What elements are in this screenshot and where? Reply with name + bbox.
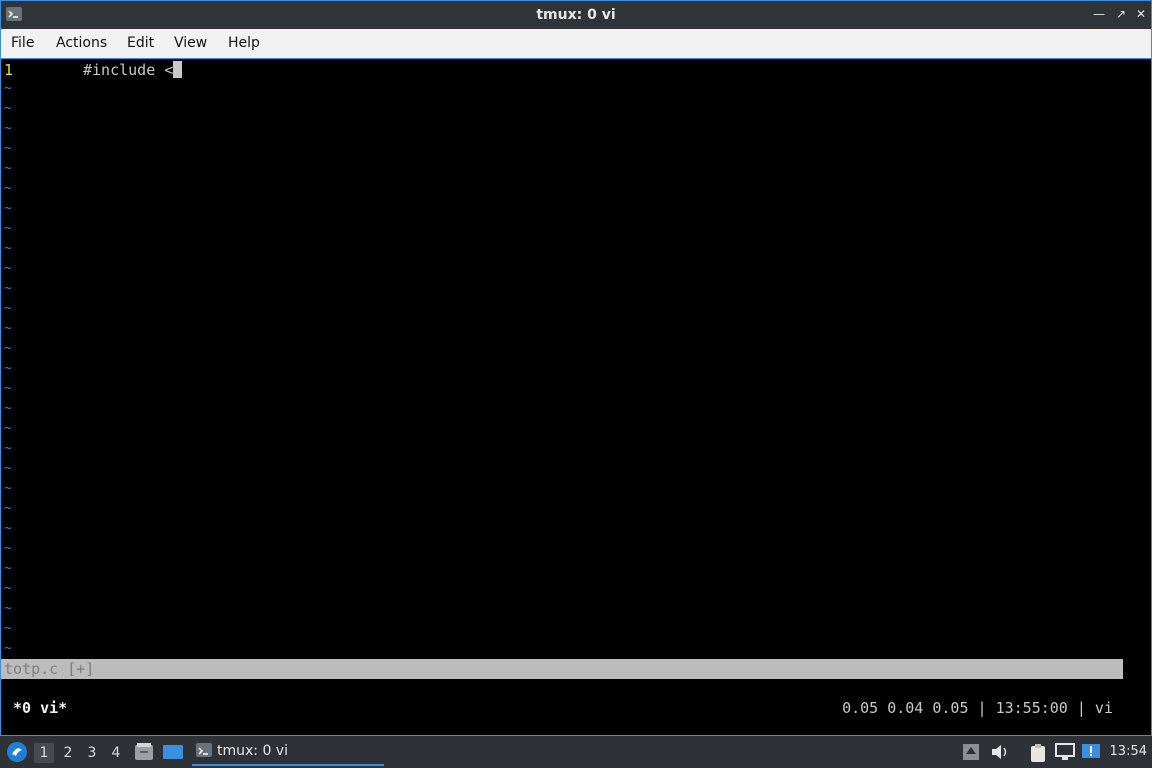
workspace-1[interactable]: 1 [34,743,54,763]
tilde-marker: ~ [4,361,12,376]
tilde-marker: ~ [4,541,12,556]
tilde-marker: ~ [4,641,12,656]
menu-view[interactable]: View [174,35,207,51]
window-title: tmux: 0 vi [536,7,616,23]
task-label: tmux: 0 vi [217,743,288,759]
workspace-2[interactable]: 2 [58,743,78,763]
tilde-marker: ~ [4,181,12,196]
tilde-marker: ~ [4,561,12,576]
volume-icon[interactable] [990,743,1010,765]
tilde-marker: ~ [4,101,12,116]
tilde-marker: ~ [4,201,12,216]
menu-bar: File Actions Edit View Help [1,29,1151,59]
tilde-marker: ~ [4,281,12,296]
menu-actions[interactable]: Actions [56,35,107,51]
restore-button[interactable]: ↗ [1113,6,1129,22]
tilde-marker: ~ [4,601,12,616]
tilde-marker: ~ [4,341,12,356]
vim-status-line: totp.c [+] [1,659,1123,679]
tilde-marker: ~ [4,521,12,536]
tmux-status-right: 0.05 0.04 0.05 | 13:55:00 | vi [842,699,1113,717]
tmux-window-label[interactable]: *0 vi* [13,699,67,717]
tilde-marker: ~ [4,81,12,96]
tilde-marker: ~ [4,421,12,436]
minimize-button[interactable]: — [1091,6,1107,22]
code-line[interactable]: #include < [83,61,183,79]
tilde-marker: ~ [4,261,12,276]
tilde-marker: ~ [4,441,12,456]
tilde-marker: ~ [4,161,12,176]
terminal-area[interactable]: 1 #include < ~ ~ ~ ~ ~ ~ ~ ~ ~ ~ ~ ~ ~ ~ ~ ~ ~ ~ ~ ~ ~ ~ ~ ~ ~ ~ ~… [1,59,1151,735]
workspace-3[interactable]: 3 [82,743,102,763]
notification-icon[interactable] [1081,743,1101,765]
tilde-marker: ~ [4,121,12,136]
clipboard-icon[interactable] [1028,743,1048,767]
menu-file[interactable]: File [11,35,34,51]
taskbar-task-tmux[interactable]: tmux: 0 vi [192,738,384,766]
tilde-marker: ~ [4,221,12,236]
taskbar-clock[interactable]: 13:54 [1110,744,1147,759]
line-number: 1 [4,61,14,79]
tilde-marker: ~ [4,321,12,336]
tilde-marker: ~ [4,461,12,476]
tilde-marker: ~ [4,481,12,496]
terminal-window: tmux: 0 vi — ↗ ✕ File Actions Edit View … [0,0,1152,736]
tilde-marker: ~ [4,381,12,396]
start-menu-icon[interactable] [6,741,28,763]
menu-help[interactable]: Help [228,35,260,51]
tilde-marker: ~ [4,501,12,516]
tilde-marker: ~ [4,401,12,416]
close-button[interactable]: ✕ [1133,6,1149,22]
tilde-marker: ~ [4,241,12,256]
workspace-4[interactable]: 4 [106,743,126,763]
title-bar[interactable]: tmux: 0 vi — ↗ ✕ [1,1,1151,29]
text-cursor [173,61,183,78]
terminal-icon [196,743,212,757]
show-desktop-icon[interactable] [162,742,184,766]
file-manager-icon[interactable] [134,742,154,766]
tilde-marker: ~ [4,581,12,596]
tilde-marker: ~ [4,301,12,316]
code-text: #include < [83,61,174,79]
taskbar: 1 2 3 4 tmux: 0 vi 13:54 [0,736,1152,768]
tilde-marker: ~ [4,141,12,156]
tilde-marker: ~ [4,621,12,636]
tray-arrow-icon[interactable] [962,743,980,765]
network-icon[interactable] [1055,743,1075,765]
menu-edit[interactable]: Edit [127,35,154,51]
